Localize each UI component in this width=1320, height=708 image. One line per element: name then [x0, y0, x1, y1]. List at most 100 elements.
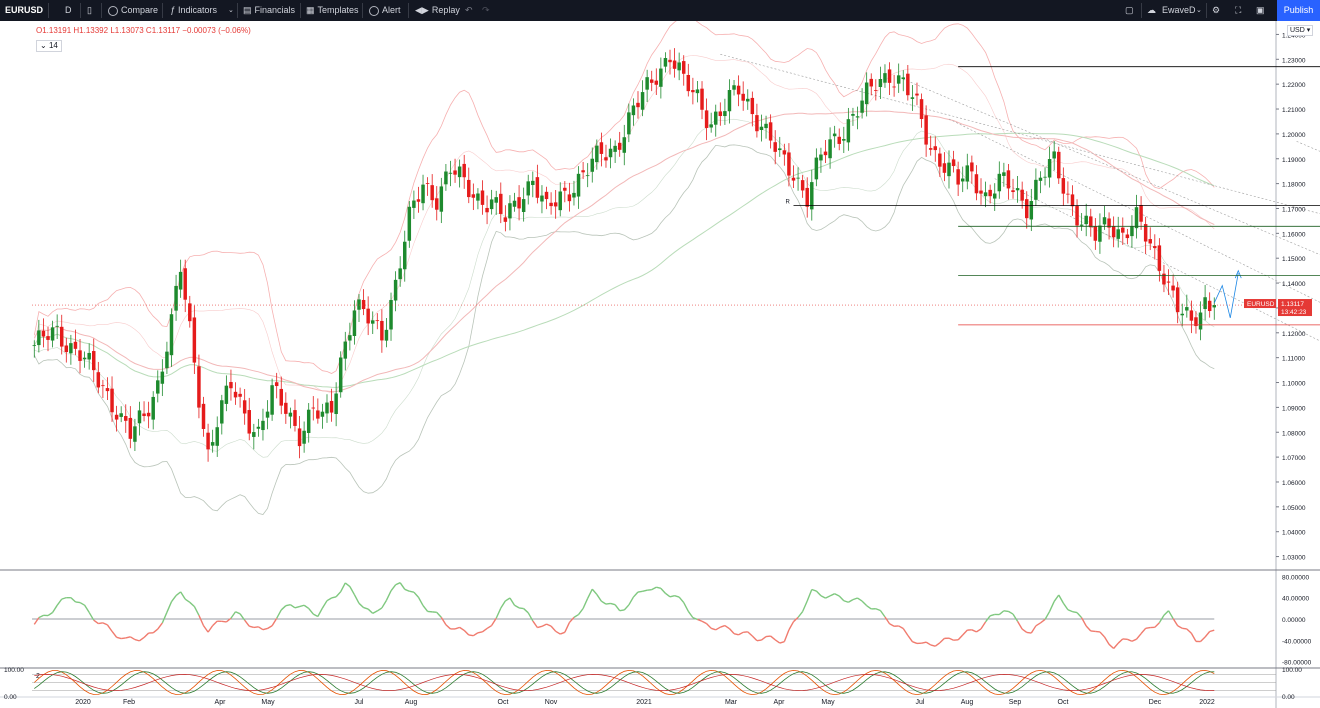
candle-body [1038, 177, 1043, 181]
time-tick-label: Jul [916, 699, 925, 706]
candle-body [668, 59, 672, 63]
indicators-button[interactable]: ƒ Indicators [170, 0, 217, 21]
candle-body [983, 192, 988, 197]
osc-segment [934, 642, 941, 647]
candle-body [169, 314, 174, 356]
candle-body [947, 162, 951, 177]
osc-segment [299, 604, 305, 608]
osc-segment [56, 598, 63, 606]
candle-body [517, 197, 521, 209]
candle-body [645, 77, 649, 90]
osc-segment [340, 582, 346, 592]
cloud-icon[interactable]: ☁ [1147, 0, 1156, 21]
osc-segment [1048, 601, 1055, 612]
interval-button[interactable]: D [65, 0, 72, 21]
osc-segment [1163, 610, 1170, 616]
chart-canvas[interactable]: (1.22702)R3R(1.16282)R3(1.14298)P(1.1211… [0, 21, 1320, 708]
legend-low: L1.13073 [110, 26, 144, 35]
osc-segment [509, 597, 516, 606]
user-name[interactable]: EwaveD [1162, 0, 1196, 21]
osc-segment [971, 629, 977, 633]
candle-body [883, 73, 887, 83]
symbol-search[interactable]: EURUSD [5, 0, 43, 21]
osc-segment [577, 608, 584, 615]
candle-body [462, 163, 466, 178]
osc-segment [720, 624, 726, 628]
stoch-tick-label: 100.00 [1282, 667, 1302, 674]
candle-body [576, 173, 581, 197]
price-tick-label: 1.09000 [1282, 405, 1306, 412]
candle-body [55, 325, 59, 327]
candle-body [700, 88, 704, 110]
candle-body [791, 177, 796, 181]
osc-segment [93, 619, 99, 625]
fullscreen-icon[interactable]: ⛶ [1235, 0, 1241, 21]
time-tick-label: Apr [215, 699, 227, 706]
candle-body [864, 82, 869, 105]
candle-body [1079, 224, 1084, 226]
osc-segment [756, 639, 762, 642]
candle-body [649, 79, 654, 83]
time-axis[interactable]: 2020 Feb Apr May Jul Aug Oct Nov 2021 Mar Apr May Ju… [75, 699, 1215, 706]
osc-segment [843, 600, 849, 603]
candle-body [970, 162, 974, 172]
osc-segment [1113, 642, 1119, 649]
financials-button[interactable]: ▤ Financials [243, 0, 295, 21]
settings-gear-icon[interactable]: ⚙ [1212, 0, 1220, 21]
trend-channel-line [948, 118, 1320, 303]
osc-segment [326, 597, 332, 602]
osc-segment [98, 622, 104, 625]
price-axis[interactable]: 1.240001.230001.220001.210001.200001.190… [1276, 32, 1306, 562]
osc-segment [1177, 625, 1183, 629]
currency-select[interactable]: USD ▾ [1287, 25, 1314, 36]
osc-segment [399, 582, 406, 590]
osc-segment [409, 590, 415, 593]
candle-body [59, 326, 64, 347]
candle-body [814, 157, 819, 180]
candle-body [695, 89, 700, 94]
top-toolbar: EURUSD D ▯ Compare ƒ Indicators ⌄ ▤ Financ… [0, 0, 1320, 21]
templates-button[interactable]: ▦ Templates [306, 0, 359, 21]
osc-segment [806, 589, 813, 602]
candle-body [142, 413, 146, 417]
candle-body [992, 193, 997, 199]
osc-tick-label: -40.00000 [1282, 638, 1312, 645]
candle-body [604, 157, 608, 161]
candle-body [105, 388, 110, 392]
bar-style-icon[interactable]: ▯ [87, 0, 92, 21]
candle-body [521, 199, 526, 213]
candle-body [151, 396, 155, 420]
candle-body [526, 181, 530, 196]
candle-body [380, 320, 384, 341]
osc-tick-label: 0.00000 [1282, 617, 1306, 624]
candle-body [499, 193, 503, 214]
publish-button[interactable]: Publish [1277, 0, 1320, 21]
layout-icon[interactable]: ▢ [1125, 0, 1134, 21]
candle-body [842, 139, 846, 141]
user-chevron-icon[interactable]: ⌄ [1196, 0, 1202, 21]
undo-icon[interactable]: ↶ [465, 0, 473, 21]
osc-segment [1085, 625, 1092, 632]
candle-body [910, 97, 915, 99]
osc-segment [852, 597, 858, 601]
redo-icon[interactable]: ↷ [482, 0, 490, 21]
camera-icon[interactable]: ▣ [1256, 0, 1265, 21]
candle-body [192, 317, 197, 363]
compare-button[interactable]: Compare [108, 0, 158, 21]
candle-body [855, 116, 860, 118]
study-legend[interactable]: ⌄ 14 [36, 40, 62, 52]
replay-button[interactable]: ◀▶ Replay [415, 0, 460, 21]
candle-body [951, 159, 956, 167]
candle-body [1098, 225, 1102, 242]
candle-body [73, 341, 78, 349]
indicators-chevron-icon[interactable]: ⌄ [228, 0, 234, 21]
osc-segment [925, 641, 932, 646]
osc-segment [550, 625, 557, 632]
alert-button[interactable]: Alert [369, 0, 401, 21]
candle-body [549, 202, 553, 207]
candle-body [1089, 216, 1093, 228]
osc-segment [838, 595, 845, 602]
osc-segment [541, 623, 547, 627]
candle-body [215, 427, 219, 446]
osc-segment [587, 588, 593, 599]
